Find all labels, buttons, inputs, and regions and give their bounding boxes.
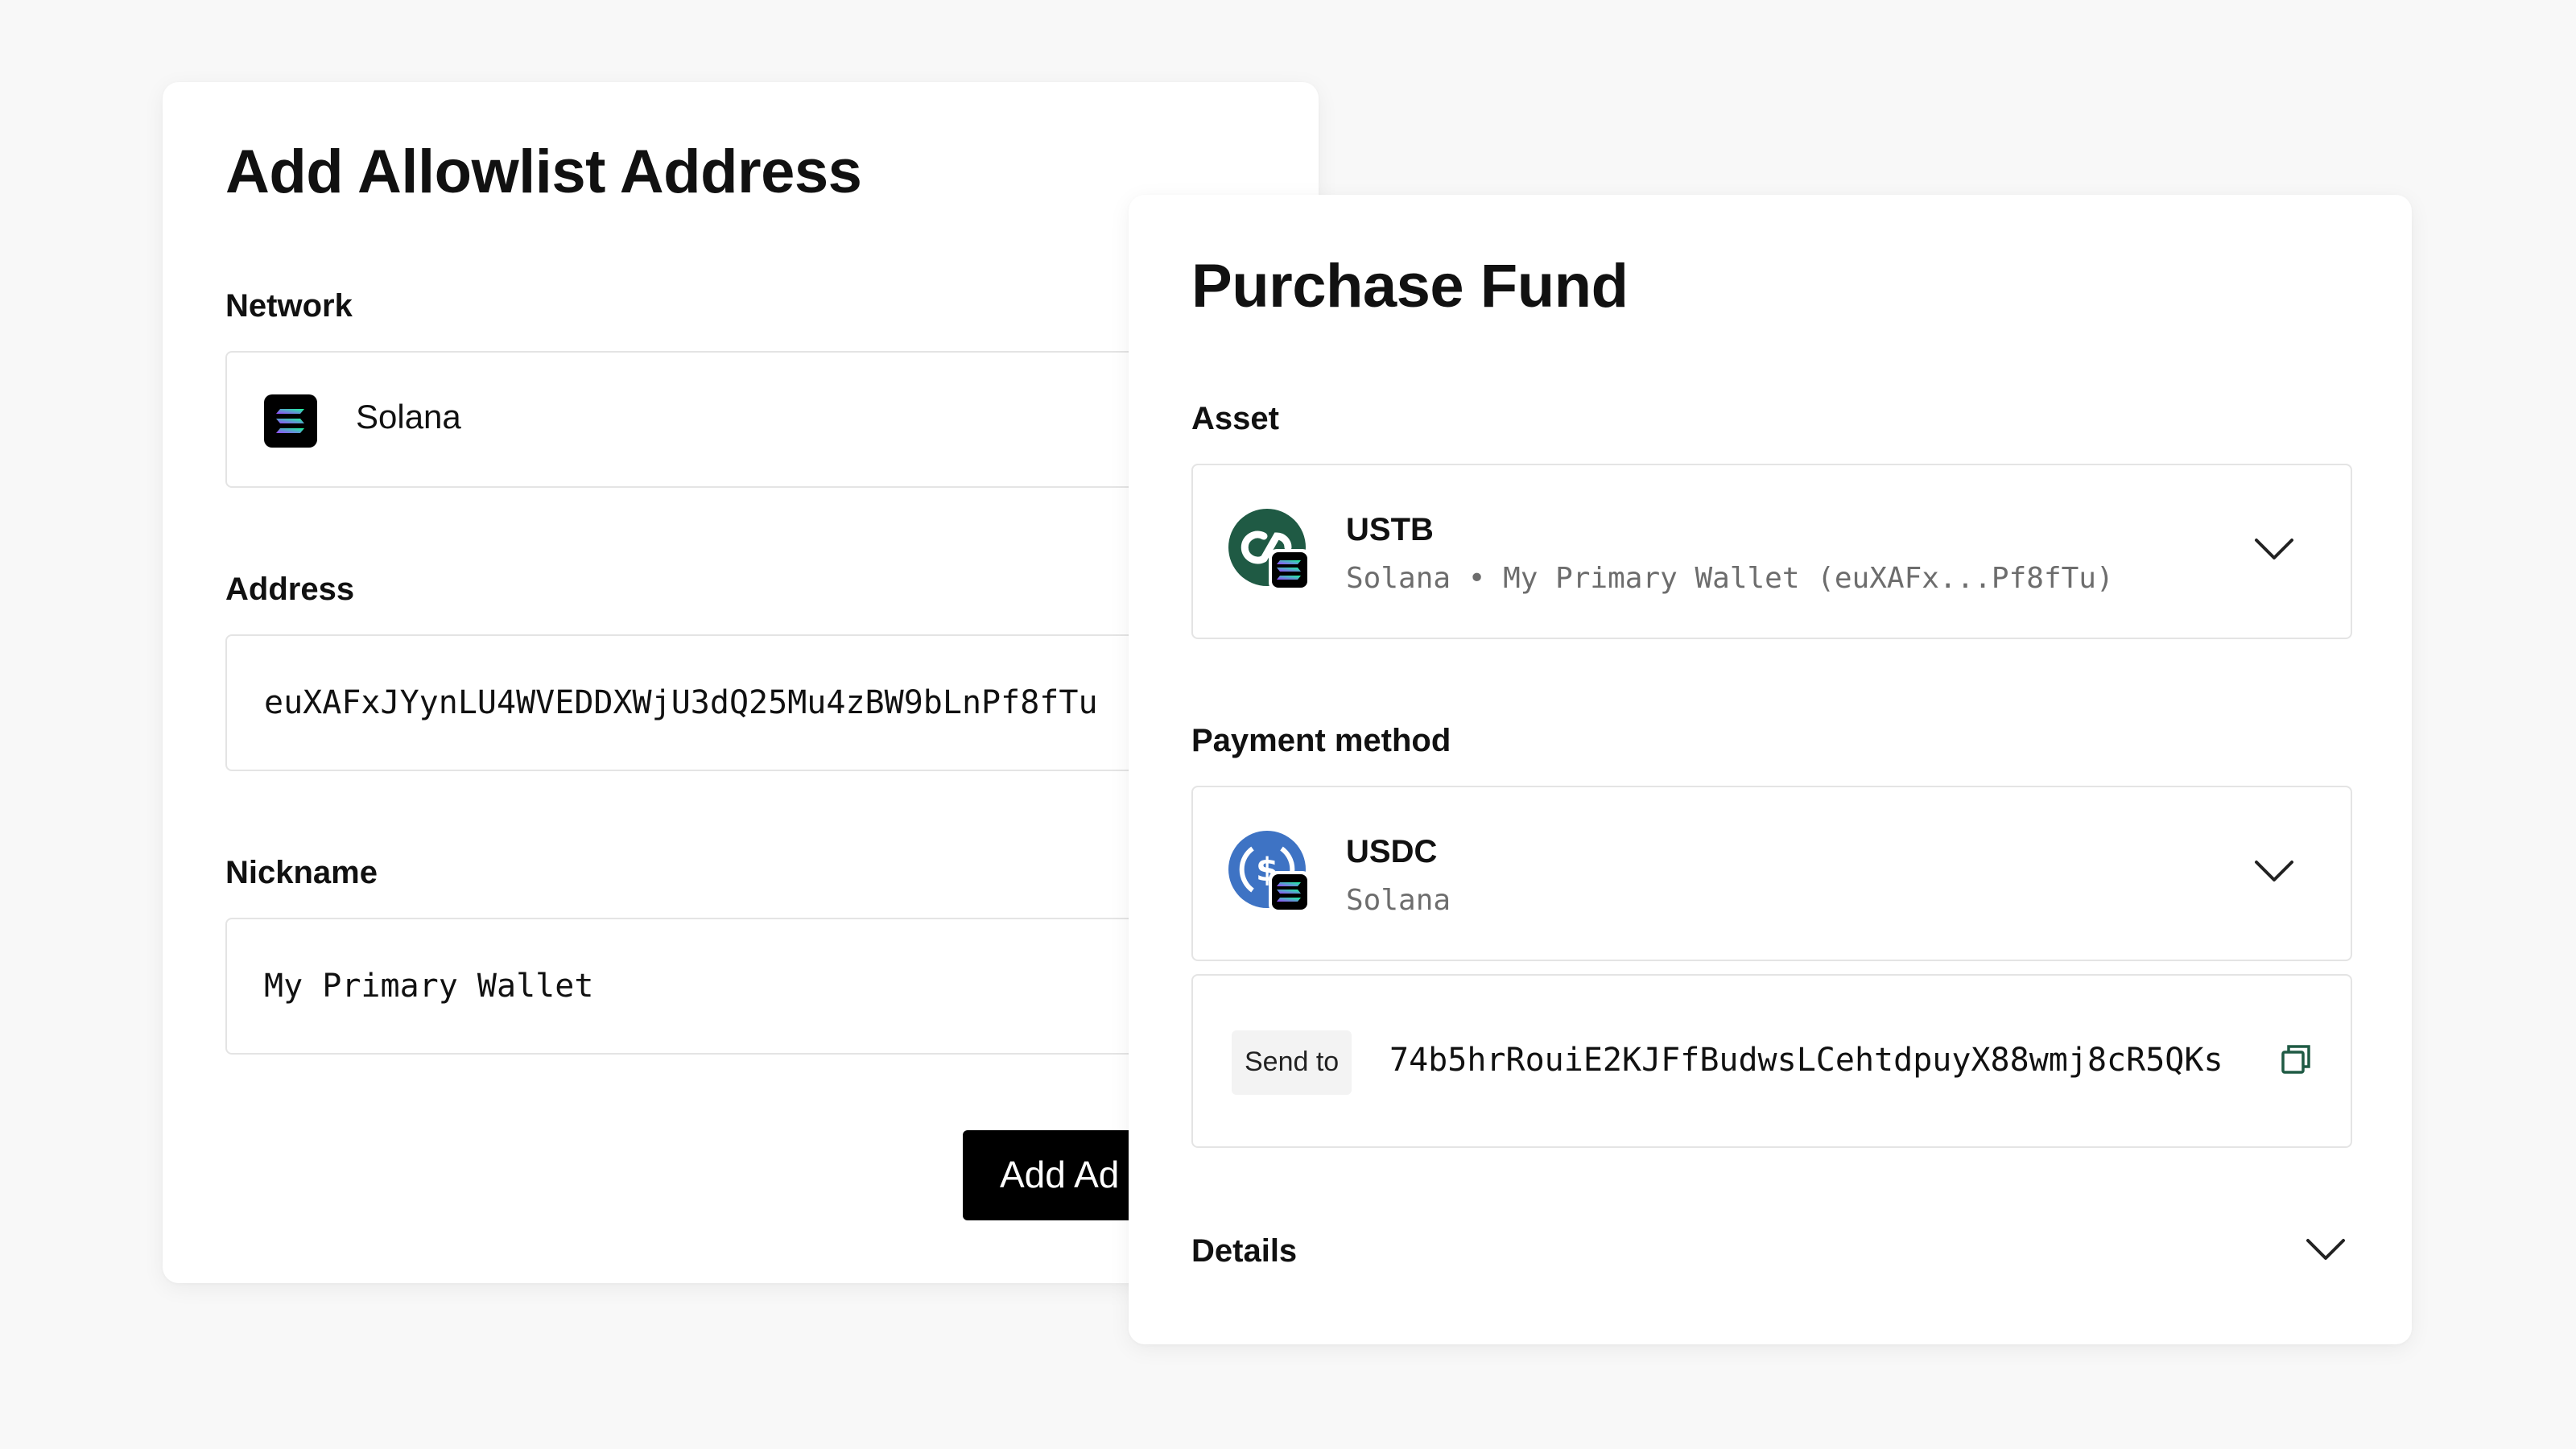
- chevron-down-icon: [2254, 538, 2294, 566]
- payment-subtitle: Solana: [1346, 884, 1451, 917]
- solana-logo-icon: [264, 394, 317, 452]
- address-value: euXAFxJYynLU4WVEDDXWjU3dQ25Mu4zBW9bLnPf8…: [264, 684, 1098, 721]
- payment-name: USDC: [1346, 834, 1438, 869]
- network-value: Solana: [356, 398, 461, 436]
- usdc-coin-icon: $: [1228, 831, 1312, 914]
- network-select[interactable]: Solana: [225, 351, 1272, 488]
- send-to-chip: Send to: [1232, 1030, 1352, 1095]
- address-input[interactable]: euXAFxJYynLU4WVEDDXWjU3dQ25Mu4zBW9bLnPf8…: [225, 634, 1272, 771]
- asset-name: USTB: [1346, 512, 1434, 547]
- add-allowlist-title: Add Allowlist Address: [225, 138, 862, 206]
- chevron-down-icon[interactable]: [2306, 1238, 2346, 1266]
- nickname-label: Nickname: [225, 855, 378, 890]
- nickname-value: My Primary Wallet: [264, 968, 594, 1005]
- asset-select[interactable]: USTB Solana • My Primary Wallet (euXAFx.…: [1191, 464, 2352, 639]
- payment-method-label: Payment method: [1191, 723, 1451, 758]
- ustb-coin-icon: [1228, 509, 1312, 592]
- purchase-fund-card: Purchase Fund Asset USTB Solana • My Pri…: [1129, 195, 2412, 1344]
- details-toggle[interactable]: Details: [1191, 1233, 1297, 1269]
- purchase-fund-title: Purchase Fund: [1191, 252, 1629, 320]
- address-label: Address: [225, 572, 355, 607]
- network-label: Network: [225, 288, 353, 324]
- asset-label: Asset: [1191, 401, 1279, 436]
- nickname-input[interactable]: My Primary Wallet: [225, 918, 1272, 1055]
- send-to-box: Send to 74b5hrRouiE2KJFfBudwsLCehtdpuyX8…: [1191, 974, 2352, 1148]
- payment-method-select[interactable]: $ USDC Solana: [1191, 786, 2352, 961]
- chevron-down-icon: [2254, 860, 2294, 888]
- send-to-address: 74b5hrRouiE2KJFfBudwsLCehtdpuyX88wmj8cR5…: [1389, 1042, 2223, 1079]
- stage: Add Allowlist Address Network Solana Add…: [0, 0, 2576, 1449]
- asset-subtitle: Solana • My Primary Wallet (euXAFx...Pf8…: [1346, 562, 2114, 595]
- copy-icon[interactable]: [2280, 1043, 2312, 1080]
